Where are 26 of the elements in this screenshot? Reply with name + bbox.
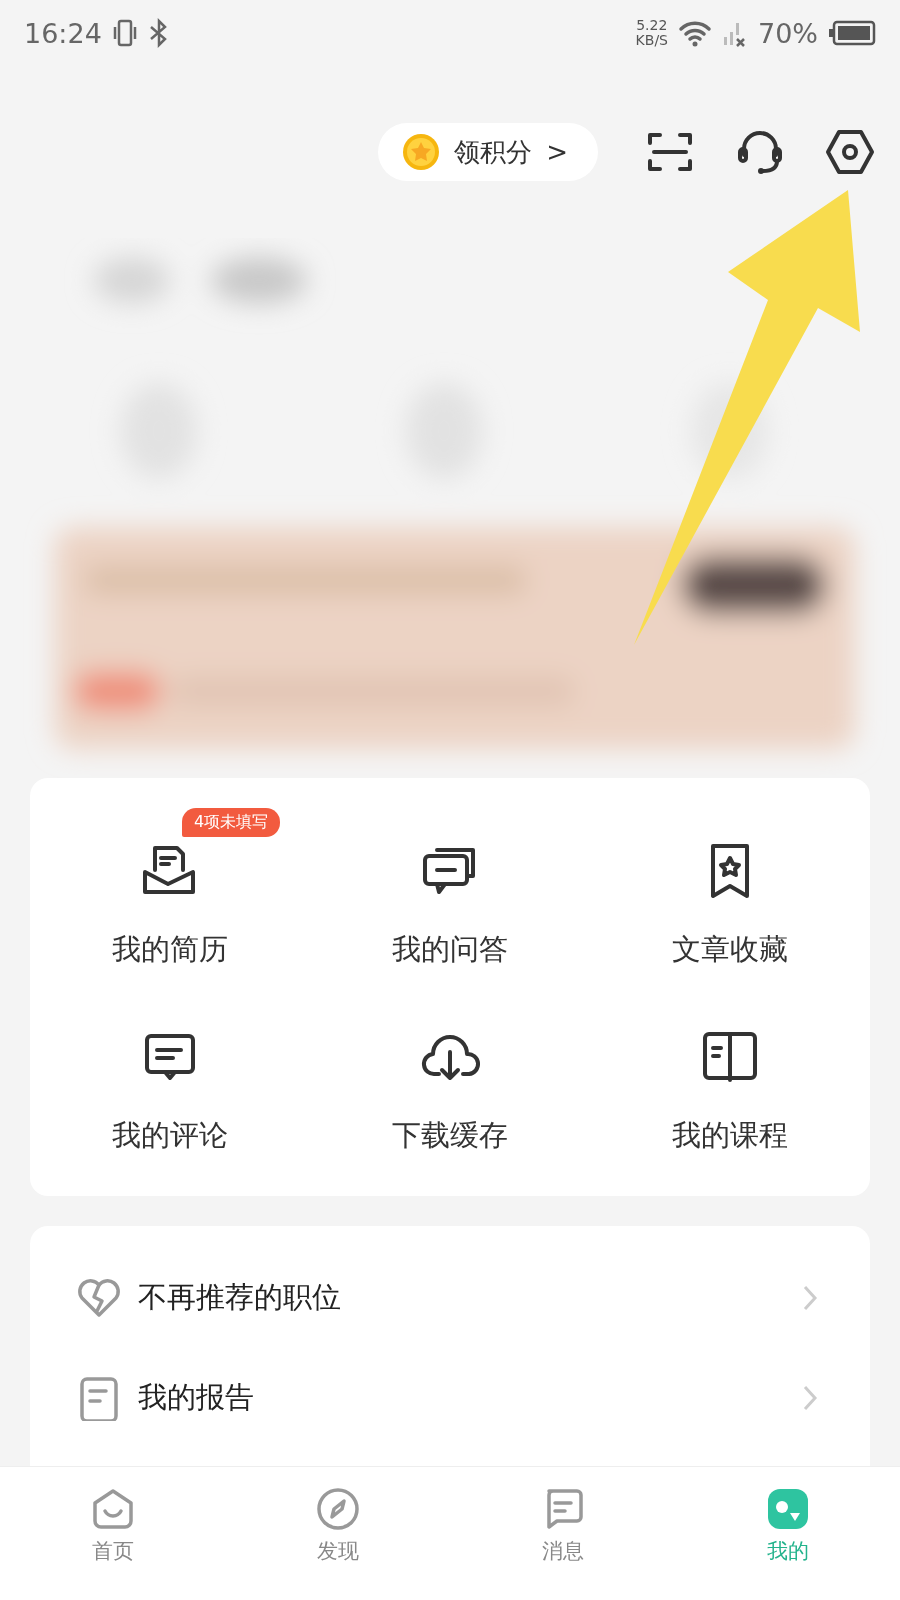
nav-tab[interactable]: 发现 bbox=[225, 1467, 450, 1600]
wifi-icon bbox=[678, 19, 712, 47]
shortcut-button[interactable]: 文章收藏 bbox=[672, 840, 788, 970]
menu-row[interactable]: 不再推荐的职位 bbox=[30, 1248, 870, 1348]
broken-heart-icon bbox=[76, 1277, 122, 1319]
network-speed: 5.22 bbox=[636, 18, 668, 33]
compass-icon bbox=[315, 1487, 360, 1531]
speed-unit: KB/S bbox=[635, 33, 668, 48]
menu-row[interactable]: 我的报告 bbox=[30, 1348, 870, 1448]
nav-tab[interactable]: 首页 bbox=[0, 1467, 225, 1600]
shortcut-button[interactable]: 下载缓存 bbox=[392, 1026, 508, 1156]
battery-percent: 70% bbox=[758, 17, 818, 49]
vibrate-icon bbox=[111, 18, 138, 48]
shortcut-button[interactable]: 我的课程 bbox=[672, 1026, 788, 1156]
unfilled-count-badge: 4项未填写 bbox=[182, 808, 281, 837]
shortcut-button[interactable]: 我的问答 bbox=[392, 840, 508, 970]
battery-icon bbox=[828, 20, 876, 46]
status-time: 16:24 bbox=[24, 17, 102, 49]
chevron-right-icon bbox=[802, 1284, 818, 1312]
nav-tab[interactable]: 消息 bbox=[450, 1467, 675, 1600]
home-icon bbox=[90, 1487, 135, 1531]
profile-icon bbox=[765, 1487, 810, 1531]
chevron-right-icon bbox=[802, 1384, 818, 1412]
shortcut-button[interactable]: 我的评论 bbox=[112, 1026, 228, 1156]
shortcut-button[interactable]: 我的简历 bbox=[112, 840, 228, 970]
earn-points-button[interactable]: 领积分 > bbox=[378, 123, 598, 181]
